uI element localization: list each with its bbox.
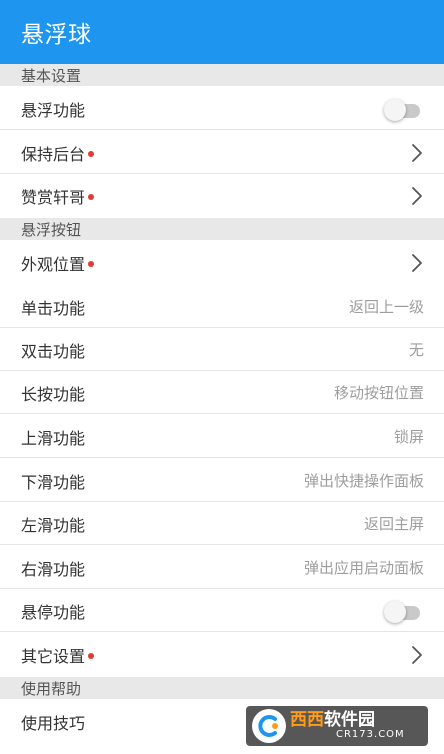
setting-keep-background[interactable]: 保持后台 <box>0 131 444 174</box>
setting-keep-background-label: 保持后台 <box>21 141 95 165</box>
watermark-site: CR173.COM <box>336 728 405 740</box>
setting-long-press-value: 移动按钮位置 <box>333 384 424 402</box>
float-function-toggle[interactable] <box>384 98 422 121</box>
chevron-right-icon <box>410 143 424 163</box>
setting-swipe-up[interactable]: 上滑功能 锁屏 <box>0 415 444 458</box>
setting-swipe-down-label: 下滑功能 <box>21 472 86 492</box>
setting-swipe-left-label: 左滑功能 <box>21 515 86 535</box>
setting-swipe-left-value: 返回主屏 <box>363 515 424 533</box>
cr173-logo-icon <box>252 709 286 743</box>
setting-hover[interactable]: 悬停功能 <box>0 589 444 632</box>
section-header-basic: 基本设置 <box>0 64 444 86</box>
app-bar: 悬浮球 <box>0 0 444 64</box>
setting-single-tap-value: 返回上一级 <box>348 298 424 316</box>
red-dot-badge <box>88 652 95 659</box>
red-dot-badge <box>88 193 95 200</box>
section-header-button-label: 悬浮按钮 <box>21 220 82 239</box>
hover-toggle[interactable] <box>384 600 422 623</box>
setting-other[interactable]: 其它设置 <box>0 633 444 676</box>
setting-swipe-up-value: 锁屏 <box>393 428 424 446</box>
setting-swipe-up-label: 上滑功能 <box>21 428 86 448</box>
setting-double-tap-value: 无 <box>408 341 424 359</box>
watermark-badge: 西西软件园 CR173.COM <box>246 706 428 746</box>
app-screen: 悬浮球 基本设置 悬浮功能 保持后台 赞赏轩哥 悬浮按钮 外观位置 单击功能 返… <box>0 0 444 754</box>
setting-hover-label: 悬停功能 <box>21 602 86 622</box>
setting-other-label: 其它设置 <box>21 643 95 667</box>
watermark-text: 西西软件园 CR173.COM <box>290 709 405 740</box>
page-title: 悬浮球 <box>21 22 92 48</box>
setting-appearance-label: 外观位置 <box>21 251 95 275</box>
setting-float-function[interactable]: 悬浮功能 <box>0 87 444 130</box>
section-header-button: 悬浮按钮 <box>0 218 444 240</box>
chevron-right-icon <box>410 645 424 665</box>
setting-long-press[interactable]: 长按功能 移动按钮位置 <box>0 371 444 414</box>
section-header-help-label: 使用帮助 <box>21 679 82 698</box>
setting-swipe-down[interactable]: 下滑功能 弹出快捷操作面板 <box>0 459 444 502</box>
red-dot-badge <box>88 150 95 157</box>
chevron-right-icon <box>410 186 424 206</box>
setting-single-tap[interactable]: 单击功能 返回上一级 <box>0 285 444 328</box>
setting-single-tap-label: 单击功能 <box>21 298 86 318</box>
toggle-thumb <box>384 600 406 623</box>
toggle-thumb <box>384 98 406 121</box>
setting-tips-label: 使用技巧 <box>21 713 86 733</box>
section-header-help: 使用帮助 <box>0 677 444 699</box>
setting-swipe-right-label: 右滑功能 <box>21 559 86 579</box>
setting-swipe-right-value: 弹出应用启动面板 <box>303 559 424 577</box>
setting-praise[interactable]: 赞赏轩哥 <box>0 174 444 217</box>
setting-praise-label: 赞赏轩哥 <box>21 184 95 208</box>
red-dot-badge <box>88 260 95 267</box>
setting-float-function-label: 悬浮功能 <box>21 100 86 120</box>
setting-double-tap-label: 双击功能 <box>21 341 86 361</box>
setting-swipe-right[interactable]: 右滑功能 弹出应用启动面板 <box>0 546 444 589</box>
chevron-right-icon <box>410 253 424 273</box>
setting-swipe-left[interactable]: 左滑功能 返回主屏 <box>0 502 444 545</box>
section-header-basic-label: 基本设置 <box>21 66 82 85</box>
setting-double-tap[interactable]: 双击功能 无 <box>0 328 444 371</box>
setting-long-press-label: 长按功能 <box>21 384 86 404</box>
watermark-brand: 西西软件园 <box>290 709 375 730</box>
setting-appearance[interactable]: 外观位置 <box>0 241 444 284</box>
setting-swipe-down-value: 弹出快捷操作面板 <box>303 472 424 490</box>
